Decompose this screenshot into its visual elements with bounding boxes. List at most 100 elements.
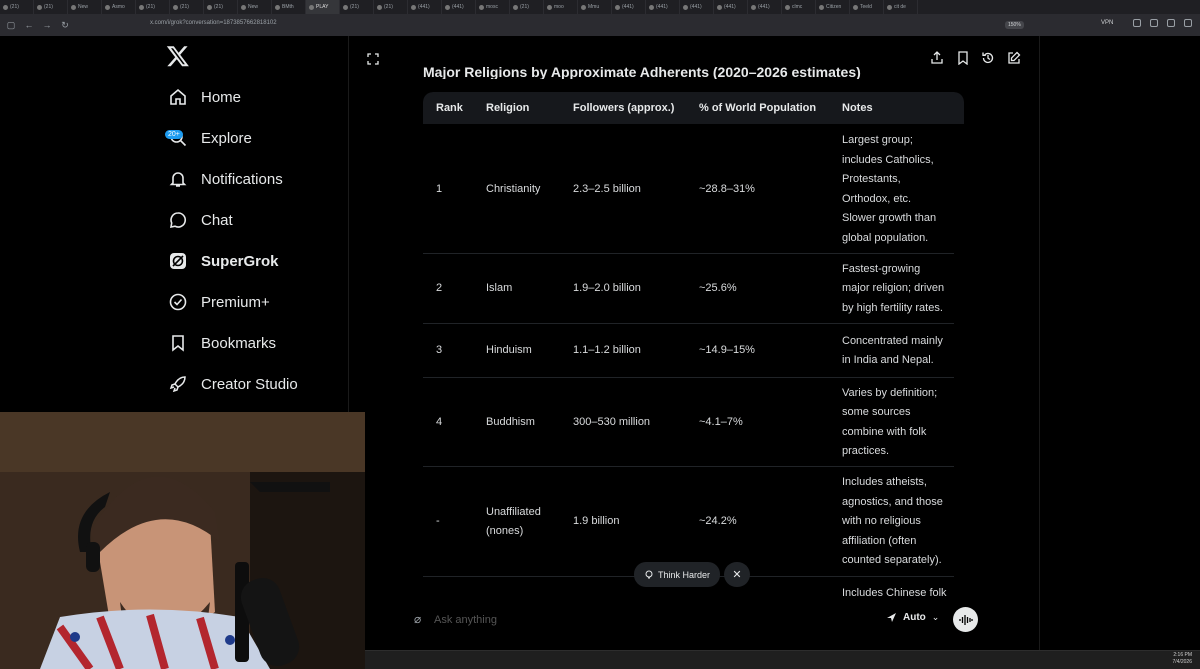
browser-tab[interactable]: Mmu: [578, 0, 612, 14]
browser-tab[interactable]: clmc: [782, 0, 816, 14]
tab-favicon-icon: [343, 4, 348, 10]
browser-tab[interactable]: (21): [204, 0, 238, 14]
cell-notes: Concentrated mainly in India and Nepal.: [842, 332, 954, 371]
url-field[interactable]: x.com/i/grok?conversation=18738576628181…: [150, 20, 277, 26]
browser-tab[interactable]: (21): [170, 0, 204, 14]
browser-tab[interactable]: Citizen: [816, 0, 850, 14]
cell-rank: 4: [436, 415, 443, 428]
sidebar-item-chat[interactable]: Chat: [168, 208, 233, 232]
cell-followers: 1.9–2.0 billion: [573, 282, 641, 295]
expand-icon[interactable]: [367, 53, 379, 65]
new-chat-icon[interactable]: [1007, 51, 1021, 65]
bookmark-icon[interactable]: [956, 51, 970, 65]
cell-pct: ~4.1–7%: [699, 415, 743, 428]
x-logo-icon[interactable]: [166, 44, 190, 68]
table-row: 3 Hinduism 1.1–1.2 billion ~14.9–15% Concent…: [423, 324, 954, 378]
history-icon[interactable]: [981, 51, 995, 65]
column-header: Notes: [842, 102, 873, 114]
browser-tab[interactable]: (21): [374, 0, 408, 14]
note-line: includes Catholics,: [842, 153, 934, 166]
browser-tab[interactable]: Asmo: [102, 0, 136, 14]
note-line: Includes Chinese folk: [842, 587, 947, 599]
tab-title: BMth: [282, 4, 294, 10]
note-line: affiliation (often: [842, 534, 917, 547]
cell-pct: ~24.2%: [699, 515, 737, 528]
browser-tab[interactable]: (21): [136, 0, 170, 14]
sidebar-item-bookmarks[interactable]: Bookmarks: [168, 331, 276, 355]
browser-tab-strip: (21) (21) New Asmo (21) (21) (21) New BMth PLAY (2…: [0, 0, 1200, 14]
sidebar-item-supergrok[interactable]: SuperGrok: [168, 249, 279, 273]
tab-title: (21): [384, 4, 393, 10]
browser-tab[interactable]: (441): [646, 0, 680, 14]
cell-notes: Fastest-growing major religion; driven by …: [842, 260, 954, 319]
tab-title: (441): [656, 4, 668, 10]
chevron-down-icon: ⌄: [931, 612, 940, 622]
browser-tab[interactable]: mosc: [476, 0, 510, 14]
browser-tab[interactable]: (441): [680, 0, 714, 14]
sidebar-item-home[interactable]: Home: [168, 85, 241, 109]
table-row: 4 Buddhism 300–530 million ~4.1–7% Varies by…: [423, 378, 954, 467]
browser-tab[interactable]: (441): [612, 0, 646, 14]
browser-tab[interactable]: PLAY: [306, 0, 340, 14]
sidebar-toggle-icon[interactable]: ▢: [6, 20, 16, 31]
tab-favicon-icon: [615, 4, 620, 10]
tab-title: (441): [622, 4, 634, 10]
sidebar-item-label: SuperGrok: [201, 252, 279, 270]
browser-tab[interactable]: (441): [748, 0, 782, 14]
tab-title: (21): [10, 4, 19, 10]
think-harder-button[interactable]: Think Harder: [634, 562, 720, 587]
downloads-icon[interactable]: [1167, 19, 1175, 27]
tab-favicon-icon: [275, 4, 280, 10]
tab-favicon-icon: [853, 4, 858, 10]
forward-icon[interactable]: →: [42, 20, 52, 30]
system-clock: 2:16 PM 7/4/2026: [1172, 652, 1192, 665]
browser-tab[interactable]: cit de: [884, 0, 918, 14]
os-taskbar: 2:16 PM 7/4/2026: [365, 650, 1200, 669]
tab-title: (21): [214, 4, 223, 10]
browser-tab[interactable]: New: [68, 0, 102, 14]
chat-bubble-icon: [168, 211, 187, 230]
browser-tab[interactable]: (441): [442, 0, 476, 14]
extensions-icon[interactable]: [1150, 19, 1158, 27]
cell-religion: Unaffiliated (nones): [486, 503, 541, 542]
table-row: 1 Christianity 2.3–2.5 billion ~28.8–31% Lar…: [423, 125, 954, 254]
browser-tab[interactable]: moo: [544, 0, 578, 14]
tab-title: (441): [452, 4, 464, 10]
tab-title: clmc: [792, 4, 803, 10]
reload-icon[interactable]: ↻: [60, 20, 70, 31]
ask-input[interactable]: [434, 611, 854, 629]
share-icon[interactable]: [930, 51, 944, 65]
browser-tab[interactable]: BMth: [272, 0, 306, 14]
streamer-webcam-image: [0, 412, 365, 669]
browser-tab[interactable]: Teeld: [850, 0, 884, 14]
model-mode-select[interactable]: Auto ⌄: [886, 612, 939, 623]
browser-tab[interactable]: (21): [340, 0, 374, 14]
sidebar-item-creator-studio[interactable]: Creator Studio: [168, 372, 298, 396]
browser-tab[interactable]: New: [238, 0, 272, 14]
tab-favicon-icon: [785, 4, 790, 10]
profile-icon[interactable]: [1133, 19, 1141, 27]
tab-title: Asmo: [112, 4, 125, 10]
voice-mode-button[interactable]: [953, 607, 978, 632]
tab-favicon-icon: [37, 4, 42, 10]
browser-tab[interactable]: (21): [510, 0, 544, 14]
column-header: Followers (approx.): [573, 102, 675, 114]
cell-rank: -: [436, 515, 440, 528]
attach-icon[interactable]: ⌀: [414, 612, 421, 626]
menu-icon[interactable]: [1184, 19, 1192, 27]
zoom-badge[interactable]: 150%: [1005, 21, 1024, 29]
close-icon[interactable]: ✕: [724, 562, 750, 587]
sidebar-item-notifications[interactable]: Notifications: [168, 167, 283, 191]
lightbulb-icon: [645, 570, 653, 578]
note-line: with no religious: [842, 515, 921, 528]
vpn-button[interactable]: VPN: [1101, 20, 1113, 26]
bookmark-icon: [168, 334, 187, 353]
browser-tab[interactable]: (21): [34, 0, 68, 14]
cell-followers: 300–530 million: [573, 415, 651, 428]
browser-tab[interactable]: (441): [714, 0, 748, 14]
browser-tab[interactable]: (441): [408, 0, 442, 14]
sidebar-item-premium[interactable]: Premium+: [168, 290, 270, 314]
back-icon[interactable]: ←: [24, 20, 34, 30]
browser-tab[interactable]: (21): [0, 0, 34, 14]
note-line: agnostics, and those: [842, 495, 943, 508]
